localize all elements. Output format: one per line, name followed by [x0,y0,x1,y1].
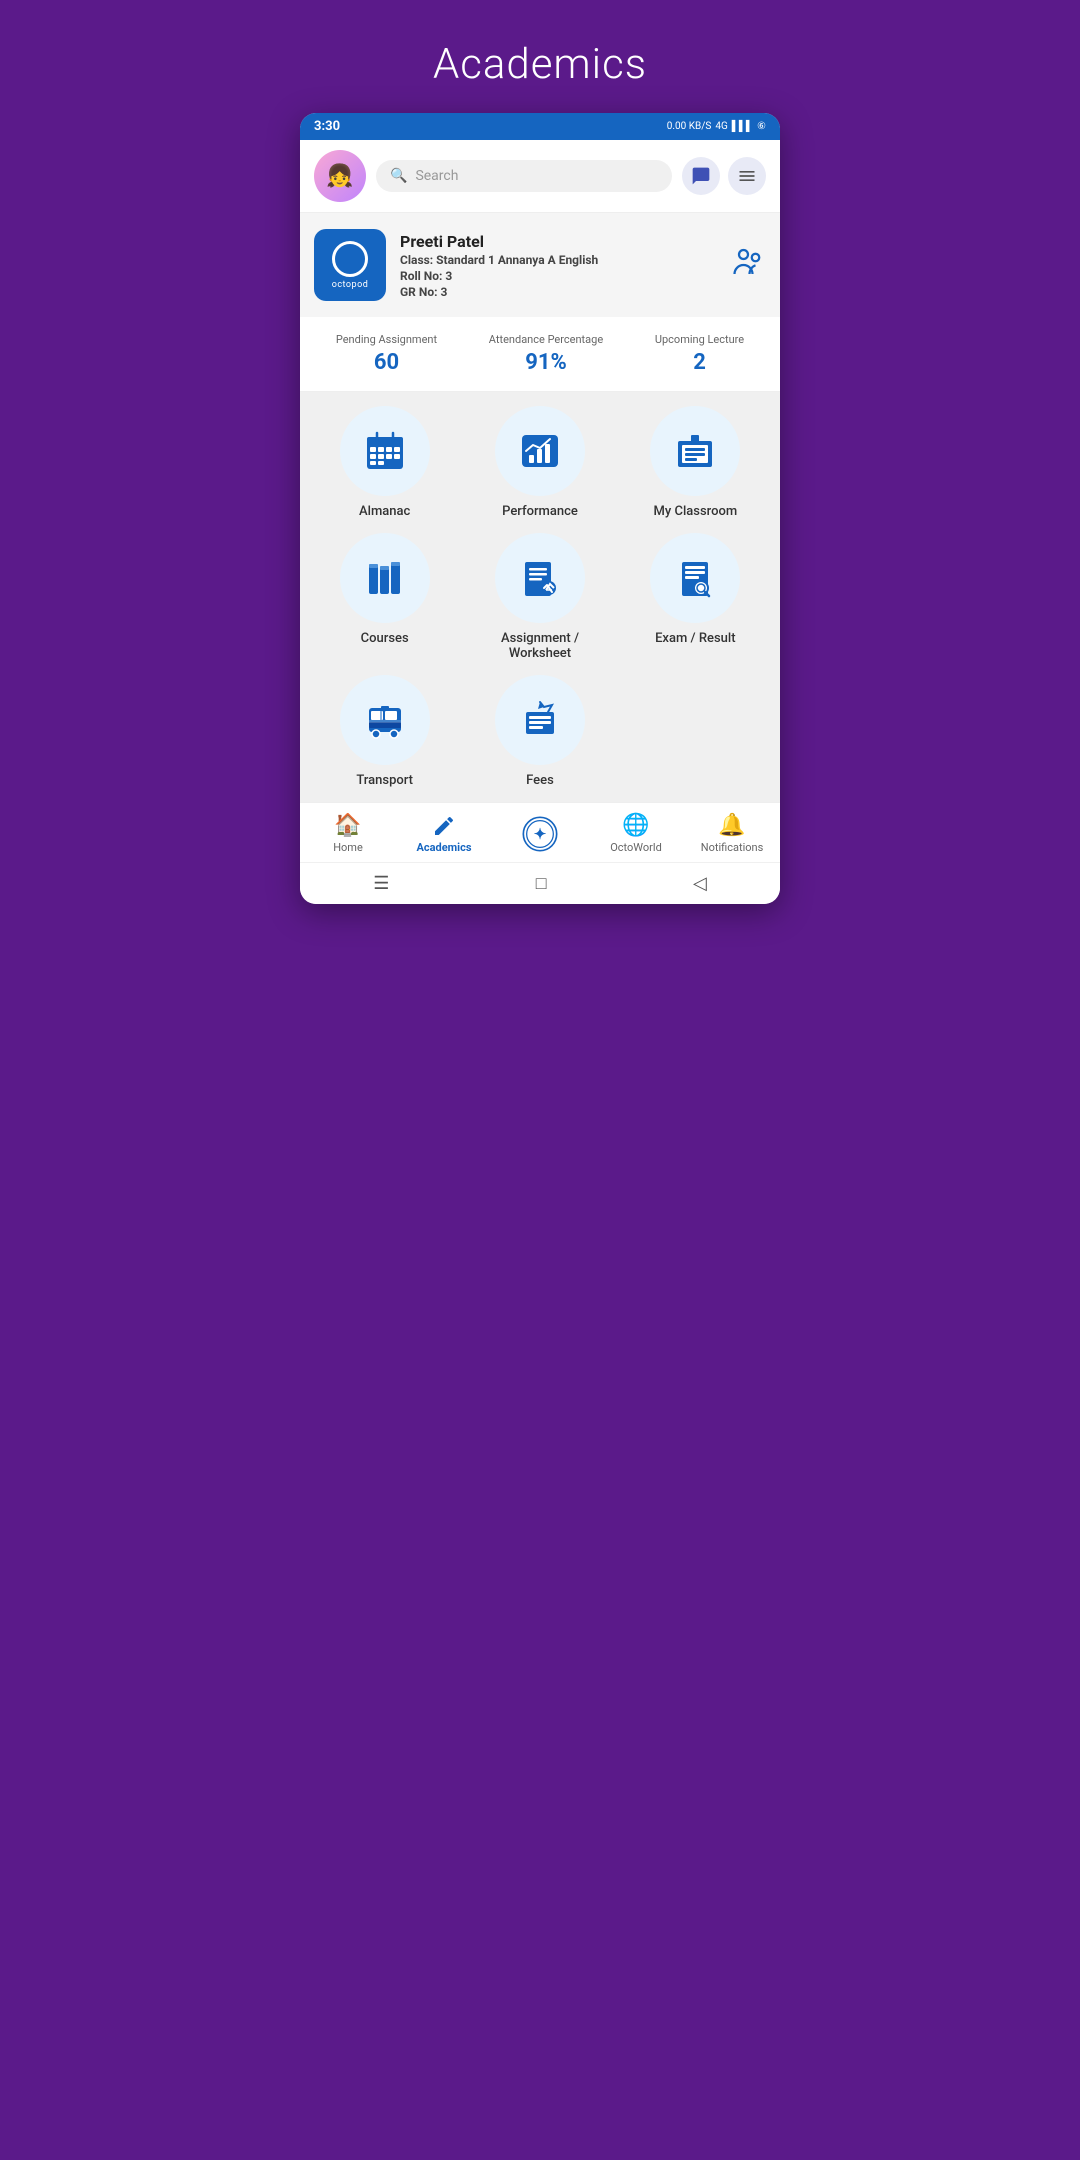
nav-icons [682,157,766,195]
status-bar: 3:30 0.00 KB/S 4G ▌▌▌ ⑥ [300,113,780,140]
home-label: Home [333,841,363,854]
android-home-btn[interactable]: □ [536,873,547,894]
bottom-nav-octoworld[interactable]: 🌐 OctoWorld [588,813,684,854]
exam-label: Exam / Result [655,631,735,646]
chat-button[interactable] [682,157,720,195]
grid-item-fees[interactable]: Fees [469,675,610,788]
stat-pending-label: Pending Assignment [336,333,437,346]
stat-attendance-value: 91% [489,350,603,375]
menu-button[interactable] [728,157,766,195]
octopod-logo: octopod [314,229,386,301]
notifications-icon: 🔔 [718,813,745,838]
grid-item-performance[interactable]: Performance [469,406,610,519]
signal-icon: ▌▌▌ [732,121,753,132]
almanac-icon-circle [340,406,430,496]
academics-label: Academics [417,841,472,854]
stat-lecture: Upcoming Lecture 2 [655,333,744,375]
bottom-nav: 🏠 Home Academics ✦ 🌐 OctoWorld [300,802,780,862]
assignment-icon-circle [495,533,585,623]
search-bar[interactable]: 🔍 Search [376,160,672,192]
bottom-nav-academics[interactable]: Academics [396,814,492,854]
fees-label: Fees [526,773,554,788]
icon-grid: Almanac Performance [314,406,766,788]
bottom-nav-notifications[interactable]: 🔔 Notifications [684,813,780,854]
stat-pending-value: 60 [336,350,437,375]
grid-item-almanac[interactable]: Almanac [314,406,455,519]
my-classroom-label: My Classroom [653,504,737,519]
almanac-label: Almanac [359,504,410,519]
top-nav: 👧 🔍 Search [300,140,780,213]
android-back-btn[interactable]: ◁ [693,873,707,894]
profile-gr: GR No: 3 [400,285,716,299]
stat-lecture-label: Upcoming Lecture [655,333,744,346]
my-classroom-icon-circle [650,406,740,496]
profile-class: Class: Standard 1 Annanya A English [400,253,716,267]
grid-item-courses[interactable]: Courses [314,533,455,661]
exam-icon-circle [650,533,740,623]
profile-card: octopod Preeti Patel Class: Standard 1 A… [300,213,780,317]
home-icon: 🏠 [334,813,361,838]
status-time: 3:30 [314,119,340,134]
courses-label: Courses [361,631,409,646]
octoworld-icon: 🌐 [622,813,649,838]
courses-icon-circle [340,533,430,623]
notifications-label: Notifications [701,841,764,854]
transport-icon-circle [340,675,430,765]
stat-pending: Pending Assignment 60 [336,333,437,375]
page-title: Academics [433,40,647,89]
network-speed: 0.00 KB/S [667,121,712,132]
profile-name: Preeti Patel [400,232,716,251]
grid-item-assignment[interactable]: Assignment / Worksheet [469,533,610,661]
octoworld-label: OctoWorld [610,841,662,854]
grid-section: Almanac Performance [300,392,780,802]
stat-attendance-label: Attendance Percentage [489,333,603,346]
performance-icon-circle [495,406,585,496]
stat-attendance: Attendance Percentage 91% [489,333,603,375]
grid-item-exam[interactable]: Exam / Result [625,533,766,661]
family-icon[interactable] [730,244,766,287]
bottom-nav-center[interactable]: ✦ [492,814,588,854]
phone-frame: 3:30 0.00 KB/S 4G ▌▌▌ ⑥ 👧 🔍 Search [300,113,780,904]
search-placeholder: Search [415,168,458,184]
svg-text:✦: ✦ [534,825,547,843]
profile-info: Preeti Patel Class: Standard 1 Annanya A… [400,232,716,299]
search-icon: 🔍 [390,168,407,184]
android-menu-btn[interactable]: ☰ [373,873,389,894]
bottom-nav-home[interactable]: 🏠 Home [300,813,396,854]
grid-item-my-classroom[interactable]: My Classroom [625,406,766,519]
profile-roll: Roll No: 3 [400,269,716,283]
assignment-label: Assignment / Worksheet [501,631,579,661]
stat-lecture-value: 2 [655,350,744,375]
fees-icon-circle [495,675,585,765]
android-nav: ☰ □ ◁ [300,862,780,904]
battery-icon: ⑥ [757,121,766,132]
stats-row: Pending Assignment 60 Attendance Percent… [300,317,780,392]
transport-label: Transport [356,773,413,788]
grid-item-transport[interactable]: Transport [314,675,455,788]
network-type: 4G [715,121,727,132]
user-avatar[interactable]: 👧 [314,150,366,202]
performance-label: Performance [502,504,578,519]
status-icons: 0.00 KB/S 4G ▌▌▌ ⑥ [667,121,766,132]
